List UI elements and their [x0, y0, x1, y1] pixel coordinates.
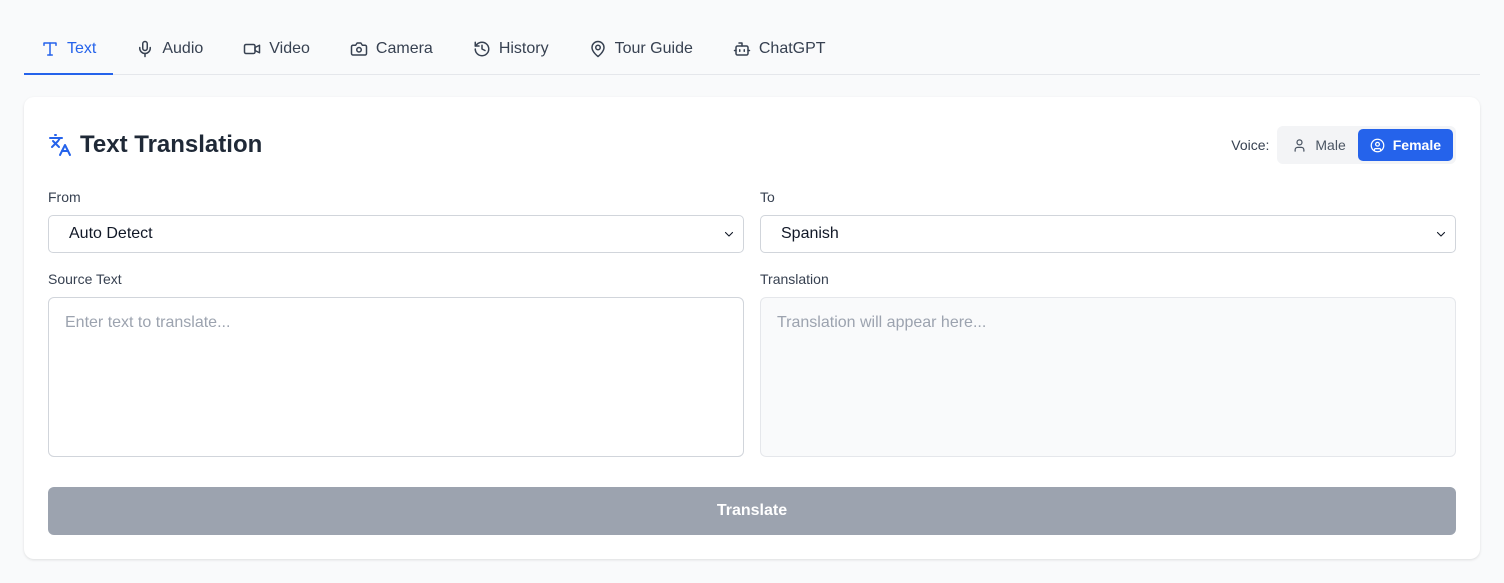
video-icon: [244, 43, 261, 54]
translation-label: Translation: [760, 271, 829, 287]
voice-male-button[interactable]: Male: [1280, 129, 1357, 161]
voice-label: Voice:: [1231, 137, 1270, 153]
type-icon: [43, 41, 57, 56]
to-label: To: [760, 189, 775, 205]
chevron-down-icon: [1436, 231, 1446, 237]
history-icon: [474, 41, 490, 56]
map-pin-icon: [590, 40, 605, 57]
chevron-down-icon: [724, 231, 734, 237]
tab-label: Camera: [375, 39, 433, 57]
voice-selector: Voice: Male Female: [1231, 126, 1456, 164]
translation-card: Text Translation Voice: Male Female From…: [24, 97, 1480, 559]
translate-button[interactable]: Translate: [48, 487, 1456, 535]
tab-label: Tour Guide: [614, 39, 693, 57]
from-language-value: Auto Detect: [69, 225, 153, 242]
bot-icon: [733, 41, 751, 56]
title-wrap: Text Translation: [48, 131, 262, 159]
tab-label: Video: [269, 39, 310, 57]
tab-bar: Text Audio Video Camera History Tour Gui…: [24, 24, 1480, 75]
voice-female-label: Female: [1392, 137, 1441, 153]
source-text-label: Source Text: [48, 271, 122, 287]
voice-toggle-group: Male Female: [1277, 126, 1456, 164]
tab-history[interactable]: History: [456, 24, 566, 75]
tab-label: ChatGPT: [758, 39, 826, 57]
tab-audio[interactable]: Audio: [119, 24, 220, 75]
tab-label: History: [498, 39, 549, 57]
tab-label: Audio: [162, 39, 204, 57]
tab-label: Text: [67, 39, 97, 57]
camera-icon: [350, 41, 368, 56]
to-language-select[interactable]: Spanish: [760, 215, 1456, 253]
tab-text[interactable]: Text: [24, 24, 114, 75]
tab-tour-guide[interactable]: Tour Guide: [572, 24, 710, 75]
translation-output[interactable]: [760, 297, 1456, 457]
voice-female-button[interactable]: Female: [1357, 129, 1453, 161]
tab-camera[interactable]: Camera: [333, 24, 450, 75]
user-icon: [1294, 138, 1305, 152]
source-text-input[interactable]: [48, 297, 744, 457]
to-language-value: Spanish: [781, 225, 839, 242]
voice-male-label: Male: [1315, 137, 1346, 153]
card-header: Text Translation Voice: Male Female: [48, 126, 1456, 164]
page-title: Text Translation: [80, 131, 263, 158]
tab-chatgpt[interactable]: ChatGPT: [716, 24, 843, 75]
languages-icon: [49, 134, 71, 156]
user-circle-icon: [1370, 138, 1385, 152]
from-label: From: [48, 189, 81, 205]
tab-video[interactable]: Video: [226, 24, 327, 75]
mic-icon: [139, 40, 152, 57]
from-language-select[interactable]: Auto Detect: [48, 215, 744, 253]
